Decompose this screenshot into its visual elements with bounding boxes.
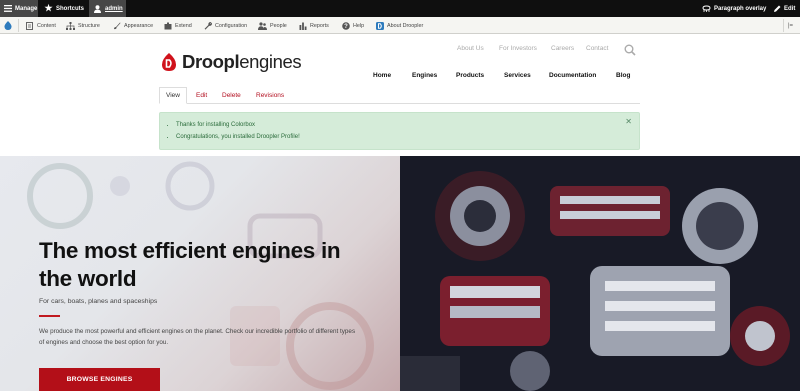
droopler-logo-icon: [375, 21, 384, 30]
menu-help-label: Help: [353, 22, 365, 29]
tab-view[interactable]: View: [159, 87, 187, 104]
paintbrush-icon: [112, 21, 121, 30]
menu-content-label: Content: [37, 22, 56, 29]
help-icon: ?: [341, 21, 350, 30]
main-nav-home[interactable]: Home: [373, 72, 391, 79]
bar-chart-icon: [298, 21, 307, 30]
shortcuts-button[interactable]: ★ Shortcuts: [44, 0, 84, 17]
main-nav-products[interactable]: Products: [456, 72, 484, 79]
main-nav-engines[interactable]: Engines: [412, 72, 437, 79]
status-message: Thanks for installing Colorbox Congratul…: [159, 112, 640, 150]
menu-appearance[interactable]: Appearance: [112, 17, 153, 34]
site-logo[interactable]: Drooplengines: [159, 51, 302, 73]
drupal-drop-icon: [3, 21, 12, 30]
edit-button[interactable]: Edit: [772, 0, 795, 17]
hero-divider: [39, 315, 60, 317]
menu-configuration[interactable]: Configuration: [203, 17, 247, 34]
hero-engine-image: [400, 156, 800, 391]
paragraph-overlay-label: Paragraph overlay: [714, 5, 767, 12]
orientation-toggle[interactable]: |=: [788, 17, 793, 34]
overlay-icon: [702, 4, 711, 13]
svg-text:?: ?: [344, 24, 348, 30]
hero-body-text: We produce the most powerful and efficie…: [39, 328, 356, 346]
logo-text-light: engines: [239, 51, 302, 72]
people-icon: [258, 21, 267, 30]
status-message-item: Thanks for installing Colorbox: [176, 119, 300, 131]
user-icon: [93, 4, 102, 13]
hero-subtitle: For cars, boats, planes and spaceships: [39, 298, 158, 305]
logo-text: Drooplengines: [182, 51, 302, 73]
document-icon: [25, 21, 34, 30]
main-nav-services[interactable]: Services: [504, 72, 531, 79]
paragraph-overlay-button[interactable]: Paragraph overlay: [702, 0, 766, 17]
menu-reports[interactable]: Reports: [298, 17, 329, 34]
pencil-icon: [772, 4, 781, 13]
menu-structure[interactable]: Structure: [66, 17, 100, 34]
hero-banner: The most efficient engines in the world …: [0, 156, 800, 391]
menu-help[interactable]: ? Help: [341, 17, 364, 34]
edit-label: Edit: [784, 5, 796, 12]
menu-about-droopler[interactable]: About Droopler: [375, 17, 423, 34]
menu-appearance-label: Appearance: [124, 22, 154, 29]
status-message-item: Congratulations, you installed Droopler …: [176, 131, 300, 143]
manage-label: Manage: [15, 5, 38, 12]
menu-reports-label: Reports: [310, 22, 329, 29]
hamburger-icon: [3, 4, 12, 13]
main-nav-blog[interactable]: Blog: [616, 72, 630, 79]
drupal-home-link[interactable]: [3, 17, 12, 34]
wrench-icon: [203, 21, 212, 30]
menu-people-label: People: [270, 22, 287, 29]
separator: [783, 19, 784, 32]
local-tasks-tabs: View Edit Delete Revisions: [159, 85, 640, 104]
close-icon[interactable]: ✕: [625, 117, 632, 126]
user-label: admin: [105, 5, 123, 12]
admin-toolbar: Manage ★ Shortcuts admin Paragraph overl…: [0, 0, 800, 17]
status-message-list: Thanks for installing Colorbox Congratul…: [176, 119, 300, 143]
logo-text-bold: Droopl: [182, 51, 240, 72]
utility-nav-careers[interactable]: Careers: [551, 45, 574, 52]
puzzle-icon: [163, 21, 172, 30]
sitemap-icon: [66, 21, 75, 30]
menu-extend[interactable]: Extend: [163, 17, 192, 34]
star-icon: ★: [44, 3, 53, 13]
tab-delete[interactable]: Delete: [222, 87, 241, 104]
search-icon[interactable]: [624, 43, 636, 61]
droopler-logo-icon: [162, 53, 176, 71]
manage-button[interactable]: Manage: [0, 0, 38, 17]
separator: [18, 19, 19, 32]
menu-extend-label: Extend: [175, 22, 192, 29]
user-button[interactable]: admin: [89, 0, 126, 17]
menu-about-droopler-label: About Droopler: [387, 22, 424, 29]
main-nav-documentation[interactable]: Documentation: [549, 72, 596, 79]
admin-menu-tray: Content Structure Appearance Extend Conf…: [0, 17, 800, 34]
shortcuts-label: Shortcuts: [56, 5, 85, 12]
utility-nav-contact[interactable]: Contact: [586, 45, 608, 52]
hero-title: The most efficient engines in the world: [39, 238, 341, 291]
menu-content[interactable]: Content: [25, 17, 56, 34]
menu-configuration-label: Configuration: [215, 22, 248, 29]
orientation-icon: |=: [788, 22, 794, 29]
menu-people[interactable]: People: [258, 17, 287, 34]
browse-engines-button[interactable]: BROWSE ENGINES: [39, 368, 160, 391]
tab-edit[interactable]: Edit: [196, 87, 207, 104]
tab-revisions[interactable]: Revisions: [256, 87, 284, 104]
menu-structure-label: Structure: [78, 22, 100, 29]
utility-nav-about-us[interactable]: About Us: [457, 45, 484, 52]
utility-nav-for-investors[interactable]: For Investors: [499, 45, 537, 52]
